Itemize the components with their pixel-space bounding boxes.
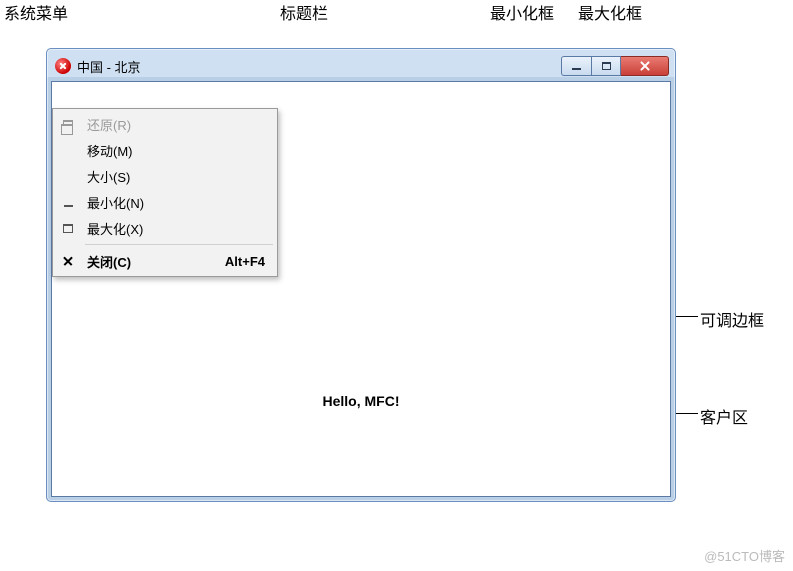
window-controls: [561, 56, 669, 76]
menu-close[interactable]: 关闭(C) Alt+F4: [55, 248, 275, 274]
minimize-menu-icon: [61, 195, 75, 209]
menu-separator: [85, 244, 273, 245]
menu-restore-label: 还原(R): [87, 115, 131, 134]
watermark: @51CTO博客: [704, 546, 785, 565]
close-icon: [639, 60, 651, 72]
annotation-line: [676, 316, 698, 317]
restore-icon: [61, 117, 75, 131]
maximize-menu-icon: [61, 221, 75, 235]
menu-size[interactable]: 大小(S): [55, 163, 275, 189]
system-menu-icon[interactable]: [55, 58, 71, 74]
menu-minimize-label: 最小化(N): [87, 193, 144, 212]
client-area: Hello, MFC! 还原(R) 移动(M) 大小(S) 最小化(N) 最大化…: [51, 81, 671, 497]
annotation-maximize-box: 最大化框: [578, 0, 642, 24]
system-menu: 还原(R) 移动(M) 大小(S) 最小化(N) 最大化(X) 关闭(C) Al…: [52, 108, 278, 277]
annotation-client-area: 客户区: [700, 404, 748, 428]
window-title: 中国 - 北京: [77, 57, 561, 76]
maximize-button[interactable]: [591, 56, 621, 76]
close-menu-icon: [61, 254, 75, 268]
menu-maximize-label: 最大化(X): [87, 219, 143, 238]
app-window: 中国 - 北京 Hello, MFC! 还原(R) 移动(M): [46, 48, 676, 502]
annotation-minimize-box: 最小化框: [490, 0, 554, 24]
menu-maximize[interactable]: 最大化(X): [55, 215, 275, 241]
menu-move[interactable]: 移动(M): [55, 137, 275, 163]
annotation-title-bar: 标题栏: [280, 0, 328, 24]
menu-close-label: 关闭(C): [87, 252, 131, 271]
maximize-icon: [602, 62, 611, 70]
menu-minimize[interactable]: 最小化(N): [55, 189, 275, 215]
minimize-icon: [572, 68, 581, 70]
menu-move-label: 移动(M): [87, 141, 133, 160]
menu-close-shortcut: Alt+F4: [225, 254, 265, 269]
close-button[interactable]: [621, 56, 669, 76]
client-text: Hello, MFC!: [323, 393, 400, 409]
menu-restore: 还原(R): [55, 111, 275, 137]
minimize-button[interactable]: [561, 56, 591, 76]
annotation-system-menu: 系统菜单: [4, 0, 68, 24]
annotation-resizable-border: 可调边框: [700, 307, 764, 331]
title-bar[interactable]: 中国 - 北京: [51, 53, 671, 79]
menu-size-label: 大小(S): [87, 167, 130, 186]
